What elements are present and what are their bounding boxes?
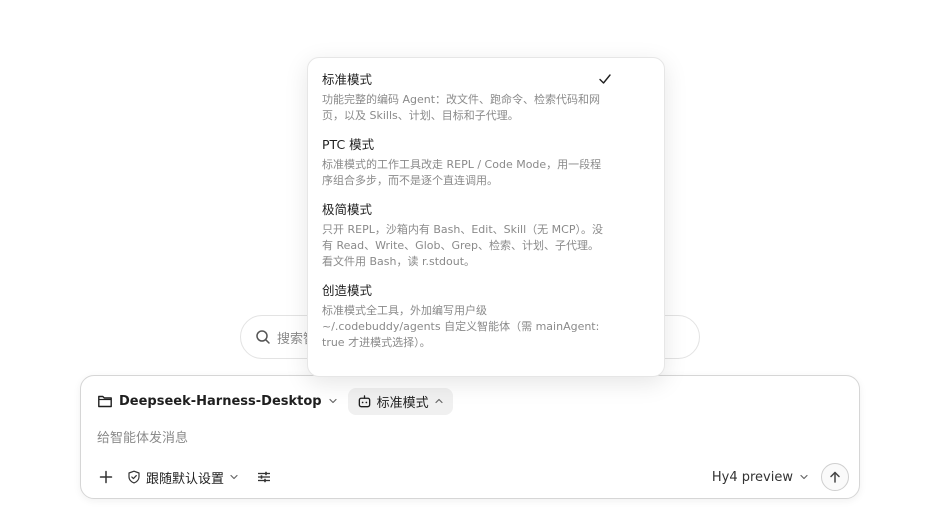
chevron-down-icon (800, 474, 808, 480)
shield-check-icon (128, 470, 140, 484)
mode-option-minimal[interactable]: 极简模式 只开 REPL，沙箱内有 Bash、Edit、Skill（无 MCP）… (322, 202, 650, 270)
project-name: Deepseek-Harness-Desktop (119, 393, 322, 409)
composer-bottom-row: 跟随默认设置 Hy4 preview (95, 463, 849, 491)
check-icon (599, 74, 611, 84)
mode-option-desc: 功能完整的编码 Agent：改文件、跑命令、检索代码和网页，以及 Skills、… (322, 93, 601, 122)
chevron-down-icon (230, 474, 238, 480)
model-label: Hy4 preview (711, 469, 793, 485)
send-button[interactable] (821, 463, 849, 491)
composer-top-row: Deepseek-Harness-Desktop 标准模式 (97, 387, 453, 415)
mode-label: 标准模式 (376, 395, 429, 411)
mode-selector[interactable]: 标准模式 (347, 387, 453, 415)
plus-icon (99, 470, 113, 484)
mode-option-create[interactable]: 创造模式 标准模式全工具，外加编写用户级 ~/.codebuddy/agents… (322, 283, 650, 351)
settings-sliders-button[interactable] (253, 466, 275, 488)
chevron-down-icon (328, 398, 337, 404)
sliders-icon (258, 471, 271, 483)
search-icon (256, 330, 270, 344)
bot-icon (358, 394, 370, 407)
mode-option-standard[interactable]: 标准模式 功能完整的编码 Agent：改文件、跑命令、检索代码和网页，以及 Sk… (322, 72, 650, 124)
model-selector[interactable]: Hy4 preview (712, 470, 809, 485)
mode-option-desc: 标准模式的工作工具改走 REPL / Code Mode，用一段程序组合多步，而… (322, 158, 602, 187)
permission-selector[interactable]: 跟随默认设置 (127, 468, 239, 487)
mode-option-name: 极简模式 (322, 202, 373, 217)
app-stage: 搜索智 标准模式 功能完整的编码 Agent：改文件、跑命令、检索代码和网页，以… (0, 0, 945, 525)
mode-option-ptc[interactable]: PTC 模式 标准模式的工作工具改走 REPL / Code Mode，用一段程… (322, 137, 650, 189)
add-attachment-button[interactable] (95, 466, 117, 488)
mode-option-name: 创造模式 (322, 283, 373, 298)
arrow-up-icon (830, 471, 840, 483)
mode-option-desc: 只开 REPL，沙箱内有 Bash、Edit、Skill（无 MCP）。没有 R… (322, 223, 603, 268)
chevron-up-icon (435, 398, 443, 404)
mode-dropdown-menu: 标准模式 功能完整的编码 Agent：改文件、跑命令、检索代码和网页，以及 Sk… (307, 57, 665, 377)
permission-label: 跟随默认设置 (146, 471, 225, 487)
message-input[interactable] (97, 428, 837, 448)
mode-option-desc: 标准模式全工具，外加编写用户级 ~/.codebuddy/agents 自定义智… (322, 304, 600, 349)
folder-icon (98, 395, 112, 408)
message-composer: Deepseek-Harness-Desktop 标准模式 给智能体发消息 跟随… (80, 375, 860, 499)
mode-option-name: PTC 模式 (322, 137, 375, 152)
project-selector[interactable]: Deepseek-Harness-Desktop (97, 393, 338, 409)
